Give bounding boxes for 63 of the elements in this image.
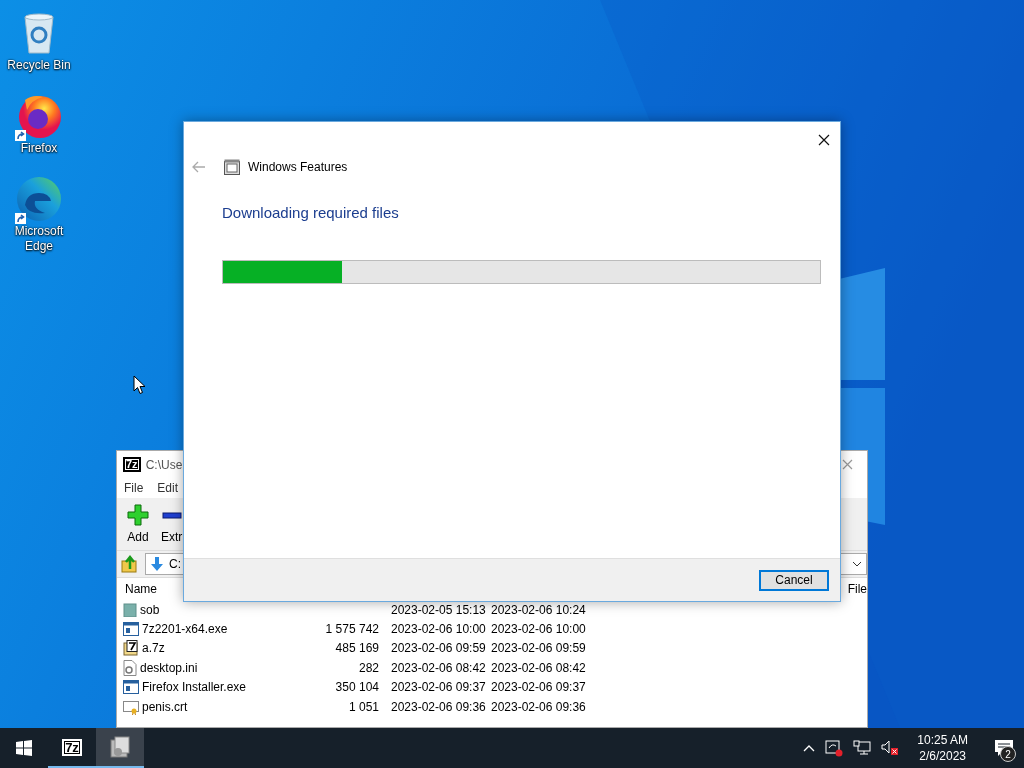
column-header[interactable]: Name	[125, 582, 157, 596]
window-features-icon	[109, 736, 131, 758]
toolbar-button[interactable]: Extr	[157, 498, 187, 544]
mouse-cursor-icon	[133, 375, 146, 395]
size-cell-text: 1 575 742	[324, 622, 379, 637]
created-cell-text: 2023-02-06 09:37	[491, 680, 587, 695]
folder-up-icon[interactable]	[121, 555, 139, 573]
gear-file-icon	[123, 659, 137, 676]
security-alert-icon[interactable]	[825, 739, 844, 757]
program-icon	[123, 680, 139, 695]
modified-cell-text: 2023-02-05 15:13	[390, 602, 487, 617]
modified-cell-text: 2023-02-06 09:37	[390, 680, 487, 695]
notification-count: 2	[1000, 746, 1016, 762]
notifications-button[interactable]: 2	[984, 728, 1024, 768]
clock[interactable]: 10:25 AM 2/6/2023	[909, 732, 976, 764]
size-cell-text: 350 104	[334, 680, 379, 695]
minus-icon	[161, 512, 182, 519]
app-logo: 7z	[62, 738, 82, 756]
certificate-icon	[123, 698, 139, 715]
created-cell-text: 2023-02-06 10:24	[491, 602, 587, 617]
app-logo: 7z	[123, 457, 141, 472]
menu-item[interactable]: File	[123, 481, 145, 495]
desktop-icon-label[interactable]: Firefox	[4, 141, 74, 156]
chevron-up-icon[interactable]	[803, 744, 816, 752]
created-cell-text: 2023-02-06 08:42	[491, 660, 587, 675]
size-cell-text: 1 051	[347, 699, 379, 714]
modified-cell-text: 2023-02-06 09:59	[390, 641, 487, 656]
file-name-cell[interactable]: sob	[123, 602, 313, 617]
file-name-cell[interactable]: a.7z	[123, 640, 313, 657]
close-icon[interactable]	[816, 132, 832, 148]
archive-icon	[123, 640, 139, 657]
file-name-cell[interactable]: 7z2201-x64.exe	[123, 622, 313, 637]
window-features-icon	[224, 159, 240, 175]
modified-cell-text: 2023-02-06 10:00	[390, 622, 487, 637]
desktop-icon-label[interactable]: Recycle Bin	[4, 58, 74, 73]
dialog-heading: Downloading required files	[221, 203, 400, 223]
file-name-cell[interactable]: penis.crt	[123, 698, 313, 715]
taskbar-app-button[interactable]	[96, 728, 144, 768]
folder-icon	[123, 602, 137, 617]
size-cell-text: 282	[357, 660, 379, 675]
down-arrow-icon	[149, 556, 165, 572]
speaker-muted-icon[interactable]	[881, 740, 900, 756]
desktop-icon-label[interactable]: Microsoft Edge	[4, 224, 74, 254]
toolbar-button[interactable]: Add	[123, 498, 153, 544]
size-cell-text: 485 169	[334, 641, 379, 656]
modified-cell-text: 2023-02-06 08:42	[390, 660, 487, 675]
windows-logo-icon	[16, 740, 32, 756]
created-cell-text: 2023-02-06 10:00	[491, 622, 587, 637]
created-cell-text: 2023-02-06 09:36	[491, 699, 587, 714]
cancel-button[interactable]: Cancel	[759, 569, 829, 591]
browser-icon	[15, 175, 63, 223]
created-cell-text: 2023-02-06 09:59	[491, 641, 587, 656]
column-header[interactable]: File	[847, 582, 867, 596]
menu-item[interactable]: Edit	[156, 481, 180, 495]
window-title: C:\Use	[145, 457, 183, 472]
chevron-down-icon	[852, 561, 862, 567]
file-name-cell[interactable]: Firefox Installer.exe	[123, 680, 313, 695]
file-name-cell[interactable]: desktop.ini	[123, 659, 313, 676]
plus-icon	[127, 504, 149, 526]
network-icon[interactable]	[853, 740, 872, 756]
program-icon	[123, 622, 139, 637]
modified-cell-text: 2023-02-06 09:36	[390, 699, 487, 714]
window-title: Windows Features	[248, 160, 348, 174]
